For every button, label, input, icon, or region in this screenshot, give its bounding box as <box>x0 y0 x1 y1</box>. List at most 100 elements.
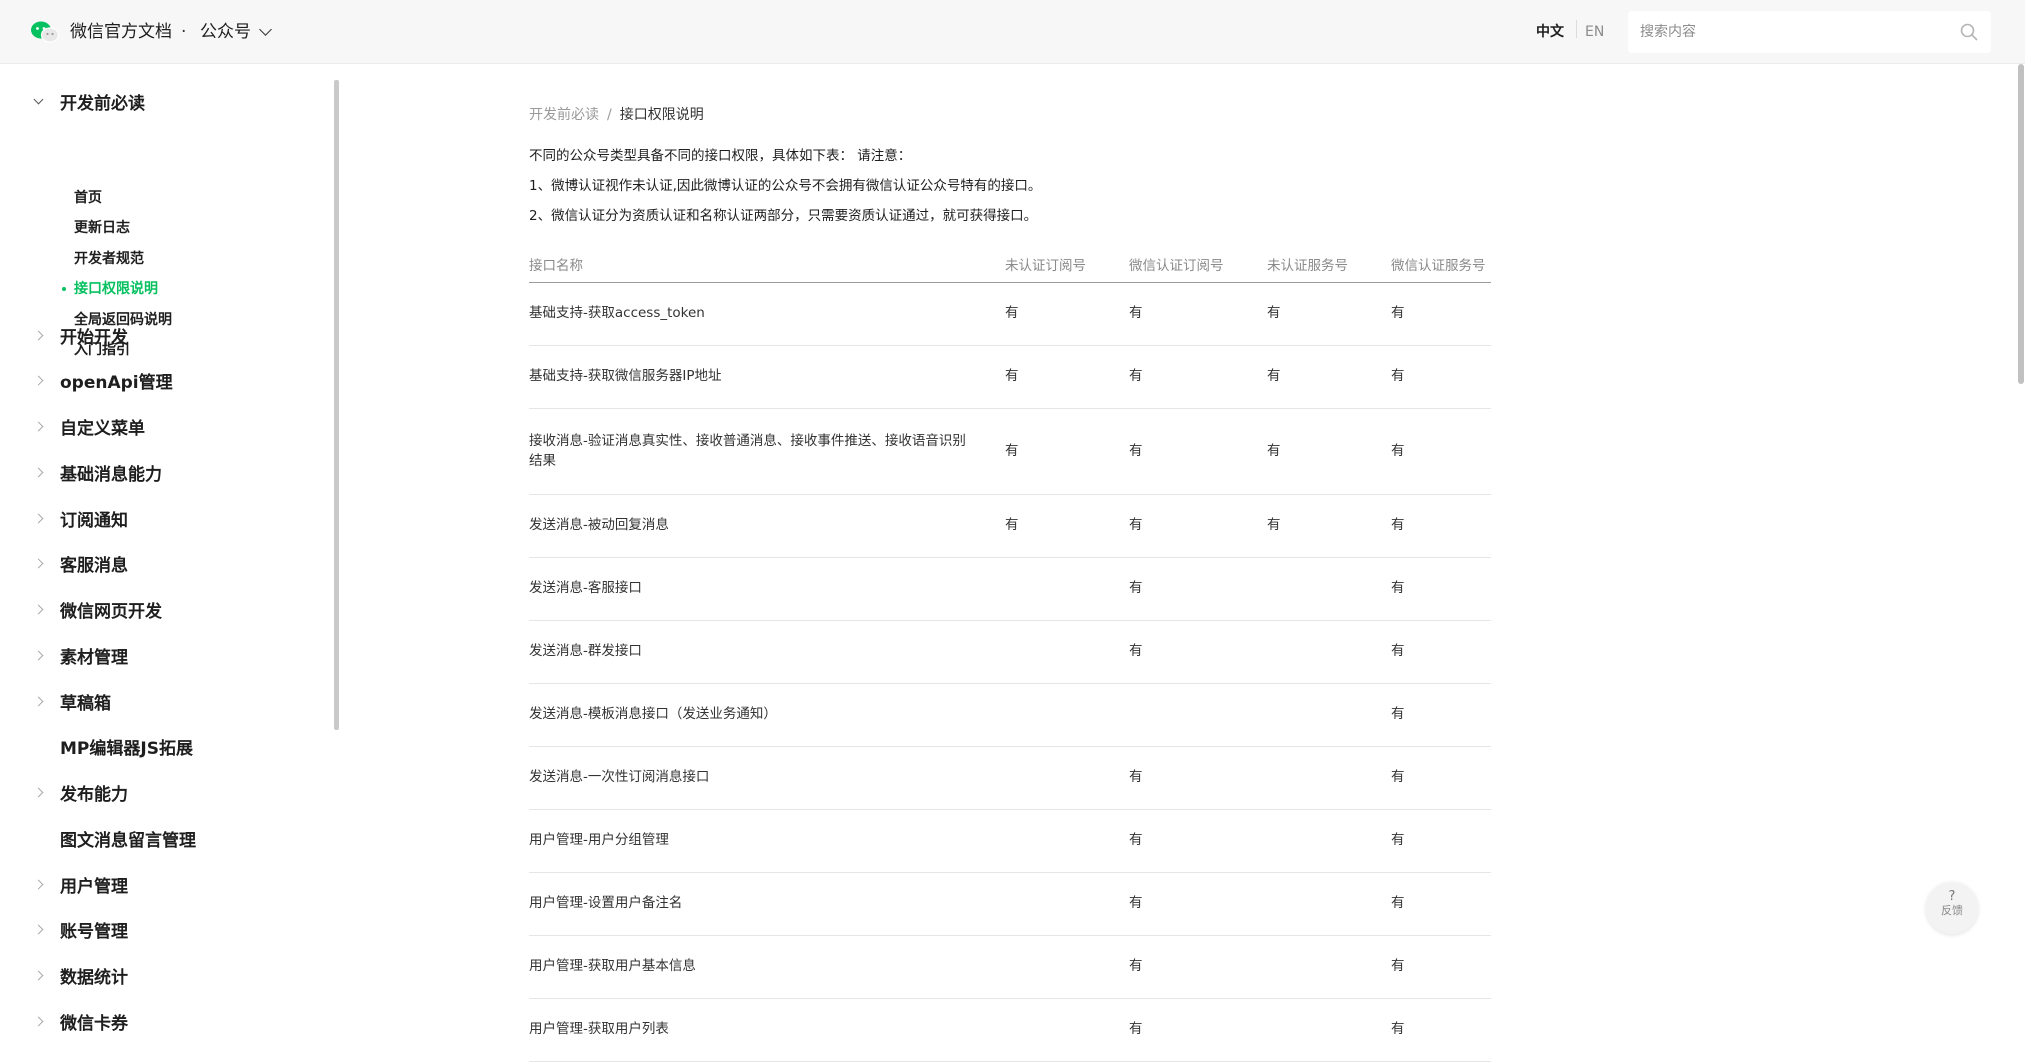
sidebar-section-11[interactable]: 发布能力 <box>0 778 330 808</box>
sidebar-section-label: 客服消息 <box>60 556 128 577</box>
sidebar-section-7[interactable]: 微信网页开发 <box>0 595 330 625</box>
sidebar-section-1[interactable]: 开始开发 <box>0 320 330 350</box>
table-header: 接口名称 未认证订阅号 微信认证订阅号 未认证服务号 微信认证服务号 <box>529 248 1491 283</box>
product-switcher[interactable]: 公众号 <box>200 20 272 44</box>
sidebar-section-16[interactable]: 微信卡券 <box>0 1006 330 1036</box>
sidebar-scrollbar[interactable] <box>334 80 339 730</box>
api-name-cell: 发送消息-模板消息接口（发送业务通知） <box>529 706 777 722</box>
permission-cell: 有 <box>1129 643 1143 659</box>
lang-en-link[interactable]: EN <box>1585 22 1604 42</box>
permission-cell: 有 <box>1129 769 1143 785</box>
sidebar-section-8[interactable]: 素材管理 <box>0 640 330 670</box>
permission-cell: 有 <box>1391 580 1405 596</box>
permission-cell: 有 <box>1391 769 1405 785</box>
feedback-label: 反馈 <box>1941 904 1963 917</box>
permission-cell: 有 <box>1267 517 1281 533</box>
permission-cell: 有 <box>1391 706 1405 722</box>
sidebar-section-13[interactable]: 用户管理 <box>0 869 330 899</box>
sidebar-section-label: 发布能力 <box>60 785 128 805</box>
permission-cell: 有 <box>1129 1021 1143 1037</box>
sidebar-section-label: 微信网页开发 <box>60 602 162 622</box>
sidebar-section-5[interactable]: 订阅通知 <box>0 503 330 533</box>
site-brand[interactable]: 微信官方文档 <box>70 20 172 44</box>
permission-cell: 有 <box>1391 958 1405 974</box>
chevron-right-icon <box>33 421 44 432</box>
brand-separator: · <box>181 22 187 42</box>
sidebar-section-label: 素材管理 <box>60 647 128 668</box>
sidebar-section-2[interactable]: openApi管理 <box>0 366 330 396</box>
sidebar-item-2[interactable]: 更新日志 <box>74 217 130 239</box>
api-name-cell: 基础支持-获取access_token <box>529 305 705 321</box>
sidebar-section-12[interactable]: 图文消息留言管理 <box>0 823 330 853</box>
permission-cell: 有 <box>1267 305 1281 321</box>
sidebar-section-label: 订阅通知 <box>60 510 128 531</box>
intro-paragraph: 不同的公众号类型具备不同的接口权限，具体如下表： 请注意： <box>529 148 912 164</box>
api-name-cell: 用户管理-设置用户备注名 <box>529 895 683 911</box>
chevron-right-icon <box>33 513 44 523</box>
sidebar-section-6[interactable]: 客服消息 <box>0 549 330 579</box>
chevron-right-icon <box>33 787 44 798</box>
table-row: 用户管理-获取用户列表 有 有 <box>529 999 1491 1062</box>
sidebar-section-label: 开始开发 <box>60 327 128 348</box>
sidebar-group-open[interactable]: 开发前必读 <box>0 86 330 116</box>
sidebar-section-label: 草稿箱 <box>60 693 111 714</box>
sidebar-section-14[interactable]: 账号管理 <box>0 915 330 945</box>
permission-cell: 有 <box>1391 443 1405 459</box>
api-name-cell: 用户管理-获取用户基本信息 <box>529 958 696 974</box>
search-icon[interactable] <box>1959 22 1979 42</box>
permission-cell: 有 <box>1391 895 1405 911</box>
chevron-right-icon <box>33 650 44 661</box>
intro-note-2: 2、微信认证分为资质认证和名称认证两部分，只需要资质认证通过，就可获得接口。 <box>529 208 1038 224</box>
sidebar-section-9[interactable]: 草稿箱 <box>0 686 330 716</box>
active-dot-icon <box>62 287 66 291</box>
sidebar-section-label: 账号管理 <box>60 922 128 943</box>
sidebar-section-3[interactable]: 自定义菜单 <box>0 412 330 442</box>
lang-zh-link[interactable]: 中文 <box>1536 22 1564 42</box>
sidebar-section-label: openApi管理 <box>60 373 173 394</box>
table-row: 发送消息-模板消息接口（发送业务通知） 有 <box>529 684 1491 747</box>
sidebar-item-4[interactable]: 接口权限说明 <box>74 278 158 300</box>
page-scrollbar[interactable] <box>2018 64 2024 384</box>
table-row: 基础支持-获取微信服务器IP地址 有 有 有 有 <box>529 346 1491 409</box>
api-name-cell: 发送消息-一次性订阅消息接口 <box>529 769 710 785</box>
breadcrumb-parent-link[interactable]: 开发前必读 <box>529 105 599 125</box>
permission-cell: 有 <box>1129 580 1143 596</box>
top-header: 微信官方文档 · 公众号 中文 EN <box>0 0 2025 64</box>
chevron-right-icon <box>33 924 44 935</box>
breadcrumb: 开发前必读 / 接口权限说明 <box>529 105 704 125</box>
sidebar-section-label: 微信卡券 <box>60 1013 128 1034</box>
table-row: 发送消息-一次性订阅消息接口 有 有 <box>529 747 1491 810</box>
intro-note-1: 1、微博认证视作未认证,因此微博认证的公众号不会拥有微信认证公众号特有的接口。 <box>529 178 1042 194</box>
table-row: 发送消息-被动回复消息 有 有 有 有 <box>529 495 1491 558</box>
product-label: 公众号 <box>200 22 251 42</box>
chevron-right-icon <box>33 467 44 478</box>
permission-cell: 有 <box>1129 443 1143 459</box>
lang-divider <box>1576 20 1577 38</box>
api-name-cell: 发送消息-群发接口 <box>529 643 642 659</box>
sidebar-item-1[interactable]: 首页 <box>74 187 102 209</box>
api-name-cell: 基础支持-获取微信服务器IP地址 <box>529 368 722 384</box>
permission-cell: 有 <box>1129 958 1143 974</box>
wechat-logo-icon[interactable] <box>30 20 60 44</box>
permission-cell: 有 <box>1391 832 1405 848</box>
permission-cell: 有 <box>1391 643 1405 659</box>
search-input[interactable] <box>1640 11 1940 53</box>
sidebar-item-3[interactable]: 开发者规范 <box>74 248 144 270</box>
sidebar-group-label: 开发前必读 <box>60 93 145 114</box>
sidebar-section-4[interactable]: 基础消息能力 <box>0 457 330 487</box>
permission-cell: 有 <box>1391 517 1405 533</box>
chevron-down-icon <box>259 23 272 36</box>
permission-cell: 有 <box>1005 305 1019 321</box>
permission-cell: 有 <box>1391 368 1405 384</box>
permission-cell: 有 <box>1005 443 1019 459</box>
api-name-cell: 接收消息-验证消息真实性、接收普通消息、接收事件推送、接收语音识别结果 <box>529 433 966 469</box>
api-name-cell: 用户管理-用户分组管理 <box>529 832 669 848</box>
feedback-button[interactable]: ? 反馈 <box>1926 882 1978 934</box>
permission-cell: 有 <box>1129 895 1143 911</box>
help-icon: ? <box>1948 889 1956 904</box>
breadcrumb-separator: / <box>607 107 612 123</box>
sidebar-section-10[interactable]: MP编辑器JS拓展 <box>0 732 330 762</box>
sidebar-section-label: 图文消息留言管理 <box>60 830 196 851</box>
sidebar-section-15[interactable]: 数据统计 <box>0 961 330 991</box>
sidebar-section-label: 基础消息能力 <box>60 464 162 485</box>
